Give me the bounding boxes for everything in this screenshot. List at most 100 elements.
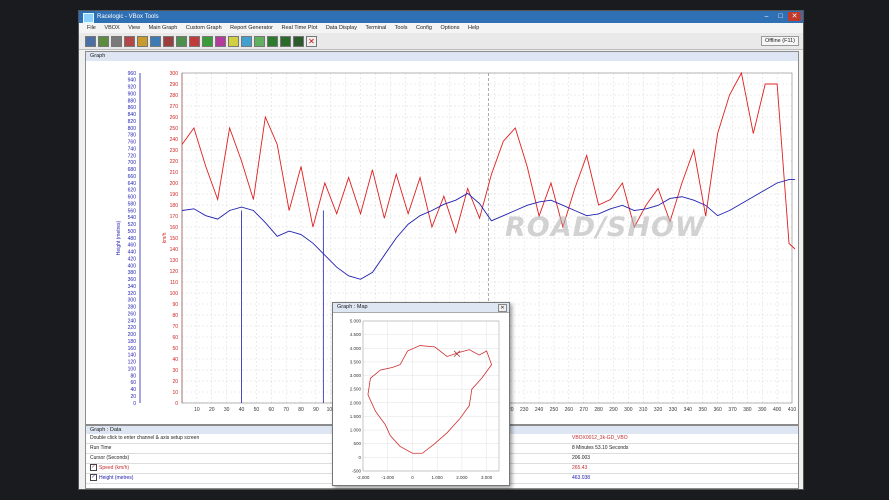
- menu-main-graph[interactable]: Main Graph: [149, 25, 178, 31]
- map-y-tick-label: 500: [353, 441, 361, 446]
- x-tick-label: 260: [565, 407, 574, 413]
- height-tick-label: 320: [128, 291, 137, 297]
- speed-checkbox[interactable]: ✓: [90, 464, 97, 472]
- menu-config[interactable]: Config: [416, 25, 432, 31]
- height-tick-label: 720: [128, 153, 137, 159]
- height-tick-label: 300: [128, 298, 137, 304]
- height-tick-label: 620: [128, 188, 137, 194]
- menu-tools[interactable]: Tools: [395, 25, 408, 31]
- x-tick-label: 350: [699, 407, 708, 413]
- offline-button[interactable]: Offline (F11): [760, 36, 799, 46]
- report-icon[interactable]: [176, 36, 187, 47]
- height-tick-label: 20: [130, 394, 136, 400]
- flag-icon[interactable]: [254, 36, 265, 47]
- menu-vbox[interactable]: VBOX: [104, 25, 119, 31]
- close-icon[interactable]: ✕: [498, 304, 507, 312]
- x-tick-label: 370: [728, 407, 737, 413]
- map-icon[interactable]: [137, 36, 148, 47]
- speed-icon[interactable]: [189, 36, 200, 47]
- speed-tick-label: 240: [170, 137, 179, 143]
- data-row-label: Run Time: [90, 445, 112, 451]
- height-tick-label: 420: [128, 256, 137, 262]
- table-icon[interactable]: [241, 36, 252, 47]
- height-tick-label: 180: [128, 339, 137, 345]
- x-tick-label: 400: [773, 407, 782, 413]
- menu-file[interactable]: File: [87, 25, 96, 31]
- speed-tick-label: 200: [170, 181, 179, 187]
- speed-tick-label: 20: [172, 379, 178, 385]
- clear-icon[interactable]: ✕: [306, 36, 317, 47]
- x-tick-label: 30: [224, 407, 230, 413]
- triangle-icon[interactable]: [267, 36, 278, 47]
- channel-icon[interactable]: [163, 36, 174, 47]
- menu-options[interactable]: Options: [440, 25, 459, 31]
- x-tick-label: 40: [239, 407, 245, 413]
- menu-data-display[interactable]: Data Display: [326, 25, 357, 31]
- height-tick-label: 760: [128, 140, 137, 146]
- speed-tick-label: 270: [170, 104, 179, 110]
- height-tick-label: 540: [128, 215, 137, 221]
- speed-tick-label: 140: [170, 247, 179, 253]
- height-tick-label: 360: [128, 277, 137, 283]
- height-tick-label: 940: [128, 78, 137, 84]
- menu-help[interactable]: Help: [468, 25, 479, 31]
- print-icon[interactable]: [111, 36, 122, 47]
- height-tick-label: 740: [128, 146, 137, 152]
- x-tick-label: 310: [639, 407, 648, 413]
- menu-view[interactable]: View: [128, 25, 140, 31]
- map-y-tick-label: 2.500: [350, 387, 362, 392]
- menu-report-generator[interactable]: Report Generator: [230, 25, 273, 31]
- graph-panel-title: Graph: [86, 52, 798, 61]
- height-tick-label: 580: [128, 201, 137, 207]
- speed-tick-label: 100: [170, 291, 179, 297]
- map-y-tick-label: 2.000: [350, 400, 362, 405]
- data-row-label: Speed (km/h): [99, 465, 130, 471]
- maximize-icon[interactable]: □: [774, 12, 787, 21]
- close-icon[interactable]: ✕: [788, 12, 801, 21]
- graph-icon[interactable]: [124, 36, 135, 47]
- data-row-value: 206.003: [572, 455, 591, 461]
- track-map[interactable]: -2.000 -1.000 0 1.000 2.000 3.000 5.000 4.500 4.…: [333, 313, 507, 484]
- zoom-icon[interactable]: [150, 36, 161, 47]
- save-icon[interactable]: [98, 36, 109, 47]
- menu-terminal[interactable]: Terminal: [365, 25, 386, 31]
- data-row-label: Double click to enter channel & axis set…: [90, 435, 200, 441]
- speed-tick-label: 210: [170, 170, 179, 176]
- map-y-tick-label: 3.500: [350, 359, 362, 364]
- menu-real-time-plot[interactable]: Real Time Plot: [282, 25, 318, 31]
- watermark-logo: ROAD/SHOW: [505, 212, 706, 243]
- height-tick-label: 220: [128, 325, 137, 331]
- speed-tick-label: 70: [172, 324, 178, 330]
- height-tick-label: 660: [128, 174, 137, 180]
- data-row-label: Height (metres): [99, 475, 134, 481]
- title-bar: Racelogic - VBox Tools – □ ✕: [79, 11, 803, 23]
- height-tick-label: 820: [128, 119, 137, 125]
- speed-tick-label: 50: [172, 346, 178, 352]
- speed-tick-label: 150: [170, 236, 179, 242]
- map-window[interactable]: Graph : Map ✕ -2.000 -1.000 0 1.000 2.000 3.0…: [332, 302, 510, 486]
- x-tick-label: 90: [313, 407, 319, 413]
- x-tick-label: 390: [758, 407, 767, 413]
- lap-icon[interactable]: [202, 36, 213, 47]
- height-tick-label: 560: [128, 208, 137, 214]
- speed-tick-label: 260: [170, 115, 179, 121]
- height-checkbox[interactable]: ✓: [90, 474, 97, 482]
- menu-custom-graph[interactable]: Custom Graph: [186, 25, 222, 31]
- split-icon[interactable]: [215, 36, 226, 47]
- gate-icon[interactable]: [228, 36, 239, 47]
- speed-tick-label: 10: [172, 390, 178, 396]
- height-tick-label: 920: [128, 85, 137, 91]
- open-file-icon[interactable]: [85, 36, 96, 47]
- minimize-icon[interactable]: –: [760, 12, 773, 21]
- triangle-2-icon[interactable]: [280, 36, 291, 47]
- map-x-tick-label: 2.000: [456, 475, 468, 480]
- speed-tick-label: 250: [170, 126, 179, 132]
- data-row-value: 265.43: [572, 465, 588, 471]
- triangle-3-icon[interactable]: [293, 36, 304, 47]
- height-tick-label: 680: [128, 167, 137, 173]
- speed-axis-label: km/h: [162, 232, 168, 243]
- speed-tick-label: 290: [170, 82, 179, 88]
- map-x-tick-label: 1.000: [432, 475, 444, 480]
- x-tick-label: 320: [654, 407, 663, 413]
- data-row-value: VBOX0012_3k-GD_VBO: [572, 435, 628, 441]
